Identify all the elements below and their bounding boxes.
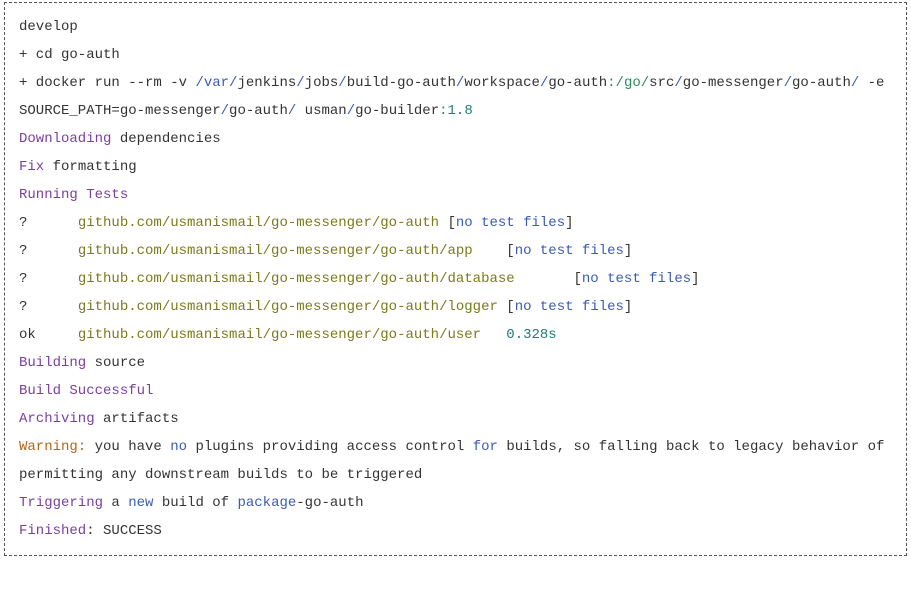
console-token: / (288, 103, 296, 119)
console-token: [ (473, 243, 515, 259)
console-token: Building (19, 355, 86, 371)
console-line: Warning: you have no plugins providing a… (19, 433, 892, 489)
console-token: Finished (19, 523, 86, 539)
console-token: formatting (44, 159, 136, 175)
console-token: /var/ (195, 75, 237, 91)
console-token: new (128, 495, 153, 511)
console-token: for (473, 439, 498, 455)
console-token: Running Tests (19, 187, 128, 203)
console-token: artifacts (95, 411, 179, 427)
console-token: ] (691, 271, 699, 287)
console-line: ? github.com/usmanismail/go-messenger/go… (19, 209, 892, 237)
console-token: / (296, 75, 304, 91)
console-token: source (86, 355, 145, 371)
console-token: / (338, 75, 346, 91)
console-token: Downloading (19, 131, 111, 147)
console-token: github.com/usmanismail/go-messenger/go-a… (78, 215, 439, 231)
console-token: go-auth (548, 75, 607, 91)
console-token: jenkins (237, 75, 296, 91)
console-token: [ (498, 299, 515, 315)
console-token: / (784, 75, 792, 91)
console-token: ? (19, 299, 78, 315)
console-token: : SUCCESS (86, 523, 162, 539)
console-token: 0.328s (506, 327, 556, 343)
console-token: build-go-auth (347, 75, 456, 91)
console-token: no (170, 439, 187, 455)
console-token: github.com/usmanismail/go-messenger/go-a… (78, 327, 481, 343)
console-token: package (237, 495, 296, 511)
console-token: ? (19, 271, 78, 287)
console-line: ok github.com/usmanismail/go-messenger/g… (19, 321, 892, 349)
console-token: develop (19, 19, 78, 35)
console-token: [ (439, 215, 456, 231)
console-token: no test files (515, 243, 624, 259)
console-line: Building source (19, 349, 892, 377)
console-line: Archiving artifacts (19, 405, 892, 433)
console-line: Running Tests (19, 181, 892, 209)
console-line: ? github.com/usmanismail/go-messenger/go… (19, 265, 892, 293)
console-token: go-auth (229, 103, 288, 119)
console-line: ? github.com/usmanismail/go-messenger/go… (19, 293, 892, 321)
console-line: Finished: SUCCESS (19, 517, 892, 545)
console-token: Triggering (19, 495, 103, 511)
console-token: go-messenger (683, 75, 784, 91)
console-token: src (649, 75, 674, 91)
console-line: ? github.com/usmanismail/go-messenger/go… (19, 237, 892, 265)
console-token: -go-auth (296, 495, 363, 511)
console-token: 1.8 (448, 103, 473, 119)
console-token: / (674, 75, 682, 91)
console-token: + cd go-auth (19, 47, 120, 63)
console-line: Fix formatting (19, 153, 892, 181)
console-token: : (439, 103, 447, 119)
console-output: develop + cd go-auth + docker run --rm -v … (4, 2, 907, 556)
console-token: ] (624, 299, 632, 315)
console-token: jobs (305, 75, 339, 91)
console-token: ] (624, 243, 632, 259)
console-token: :/go/ (607, 75, 649, 91)
console-line: Downloading dependencies (19, 125, 892, 153)
console-token: no test files (582, 271, 691, 287)
console-token: workspace (464, 75, 540, 91)
console-line: develop (19, 13, 892, 41)
console-token: go-builder (355, 103, 439, 119)
console-token: ? (19, 243, 78, 259)
console-token: dependencies (111, 131, 220, 147)
console-token: a (103, 495, 128, 511)
console-token: no test files (515, 299, 624, 315)
console-token: github.com/usmanismail/go-messenger/go-a… (78, 299, 498, 315)
console-token: no test files (456, 215, 565, 231)
console-token: plugins providing access control (187, 439, 473, 455)
console-token: go-auth (792, 75, 851, 91)
console-token: / (221, 103, 229, 119)
console-token: ok (19, 327, 78, 343)
console-token: + docker run --rm -v (19, 75, 195, 91)
console-token: Archiving (19, 411, 95, 427)
console-token: github.com/usmanismail/go-messenger/go-a… (78, 243, 473, 259)
console-token: [ (515, 271, 582, 287)
console-token: Warning: (19, 439, 86, 455)
console-token: Build Successful (19, 383, 153, 399)
console-token: / (347, 103, 355, 119)
console-line: + docker run --rm -v /var/jenkins/jobs/b… (19, 69, 892, 125)
console-line: + cd go-auth (19, 41, 892, 69)
console-line: Triggering a new build of package-go-aut… (19, 489, 892, 517)
console-token: ] (565, 215, 573, 231)
console-token: Fix (19, 159, 44, 175)
console-token: you have (86, 439, 170, 455)
console-token: github.com/usmanismail/go-messenger/go-a… (78, 271, 515, 287)
console-token: / (851, 75, 859, 91)
console-token (481, 327, 506, 343)
console-token: ? (19, 215, 78, 231)
console-token: build of (153, 495, 237, 511)
console-line: Build Successful (19, 377, 892, 405)
console-token: usman (296, 103, 346, 119)
